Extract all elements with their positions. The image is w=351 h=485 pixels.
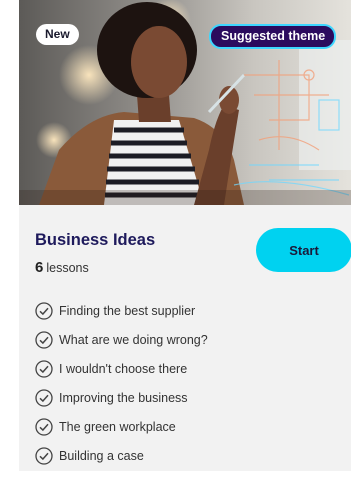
lesson-item[interactable]: Building a case — [35, 441, 208, 470]
lesson-item[interactable]: I wouldn't choose there — [35, 354, 208, 383]
start-button[interactable]: Start — [256, 228, 351, 272]
check-circle-icon — [35, 417, 53, 436]
course-card[interactable]: New Suggested theme Business Ideas 6 less… — [19, 0, 351, 471]
lesson-label: I wouldn't choose there — [59, 361, 188, 376]
check-circle-icon — [35, 446, 53, 465]
lesson-label: Improving the business — [59, 390, 188, 405]
lesson-item[interactable]: Improving the business — [35, 383, 208, 412]
course-title[interactable]: Business Ideas — [35, 231, 155, 250]
lesson-label: What are we doing wrong? — [59, 332, 208, 347]
lesson-item[interactable]: The green workplace — [35, 412, 208, 441]
lesson-label: Building a case — [59, 448, 144, 463]
suggested-theme-badge: Suggested theme — [209, 24, 337, 49]
lesson-count: 6 lessons — [35, 259, 89, 276]
check-circle-icon — [35, 388, 53, 407]
lesson-label: The green workplace — [59, 419, 176, 434]
check-circle-icon — [35, 330, 53, 349]
lesson-count-unit: lessons — [46, 261, 89, 275]
lesson-label: Finding the best supplier — [59, 303, 196, 318]
new-badge: New — [36, 24, 79, 45]
lesson-item[interactable]: What are we doing wrong? — [35, 325, 208, 354]
hero-image: New Suggested theme — [19, 0, 351, 205]
lesson-item[interactable]: Finding the best supplier — [35, 296, 208, 325]
check-circle-icon — [35, 301, 53, 320]
check-circle-icon — [35, 359, 53, 378]
lesson-list: Finding the best supplier What are we do… — [35, 296, 208, 470]
lesson-count-number: 6 — [35, 259, 44, 276]
